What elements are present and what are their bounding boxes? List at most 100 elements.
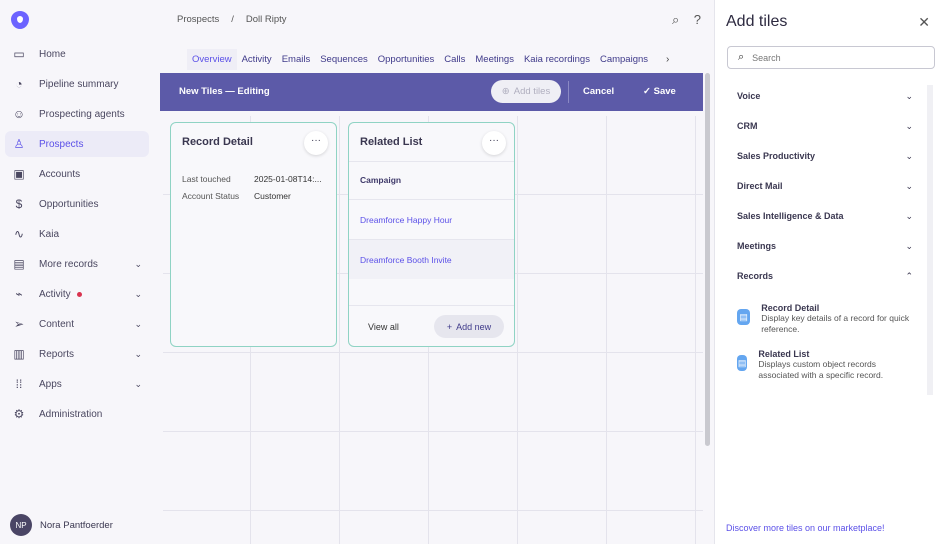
edit-bar: New Tiles — Editing ⊕ Add tiles Cancel ✓ …: [160, 73, 703, 111]
category-voice[interactable]: Voice ⌄: [737, 91, 913, 101]
marketplace-link[interactable]: Discover more tiles on our marketplace!: [726, 523, 885, 533]
logo-icon[interactable]: [11, 11, 29, 29]
breadcrumb-prospects[interactable]: Prospects: [177, 14, 219, 25]
sidebar-item-more-records[interactable]: ▤ More records ⌄: [5, 251, 149, 277]
gear-icon: ⚙: [13, 407, 25, 421]
search-icon: ⌕: [738, 51, 745, 63]
tab-bar: Overview Activity Emails Sequences Oppor…: [187, 49, 687, 70]
record-detail-tile[interactable]: Record Detail ··· Last touched 2025-01-08…: [170, 122, 337, 347]
sidebar-item-kaia[interactable]: ∿ Kaia: [5, 221, 149, 247]
tab-kaia-recordings[interactable]: Kaia recordings: [519, 49, 595, 70]
sidebar-item-prospects[interactable]: ♙ Prospects: [5, 131, 149, 157]
sidebar-item-apps[interactable]: ⁞⁞ Apps ⌄: [5, 371, 149, 397]
tile-option-related-list[interactable]: ▤ Related List Displays custom object reco…: [737, 349, 917, 381]
waveform-icon: ∿: [13, 227, 25, 241]
check-icon: ✓: [643, 86, 654, 97]
sidebar-item-accounts[interactable]: ▣ Accounts: [5, 161, 149, 187]
view-all-link[interactable]: View all: [368, 322, 399, 332]
user-profile[interactable]: NP Nora Pantfoerder: [10, 514, 113, 536]
list-item[interactable]: Dreamforce Happy Hour: [349, 199, 514, 239]
sidebar: ▭ Home ◔ Pipeline summary ☺ Prospecting age…: [0, 0, 160, 544]
avatar: NP: [10, 514, 32, 536]
records-icon: ▤: [13, 257, 25, 271]
category-meetings[interactable]: Meetings ⌄: [737, 241, 913, 251]
panel-scrollbar[interactable]: [927, 85, 933, 395]
chevron-down-icon: ⌄: [905, 91, 913, 101]
sidebar-item-content[interactable]: ➢ Content ⌄: [5, 311, 149, 337]
chevron-down-icon: ⌄: [905, 121, 913, 131]
list-icon: ▤: [737, 355, 748, 371]
panel-title: Add tiles: [726, 13, 788, 30]
person-icon: ♙: [13, 137, 25, 151]
sidebar-item-reports[interactable]: ▥ Reports ⌄: [5, 341, 149, 367]
divider: [349, 305, 514, 306]
chevron-up-icon: ⌃: [905, 271, 913, 281]
category-sales-intelligence[interactable]: Sales Intelligence & Data ⌄: [737, 211, 913, 221]
scrollbar[interactable]: [705, 73, 710, 446]
chevron-down-icon: ⌄: [134, 318, 142, 329]
sidebar-item-home[interactable]: ▭ Home: [5, 41, 149, 67]
cancel-button[interactable]: Cancel: [583, 86, 614, 97]
tab-sequences[interactable]: Sequences: [315, 49, 373, 70]
field-row: Account Status Customer: [182, 191, 291, 201]
save-button[interactable]: ✓ Save: [643, 86, 676, 97]
pipeline-icon: ◔: [15, 77, 23, 91]
category-direct-mail[interactable]: Direct Mail ⌄: [737, 181, 913, 191]
category-crm[interactable]: CRM ⌄: [737, 121, 913, 131]
chevron-down-icon: ⌄: [905, 241, 913, 251]
add-new-button[interactable]: + Add new: [434, 315, 504, 338]
chevron-down-icon: ⌄: [905, 151, 913, 161]
chevron-down-icon: ⌄: [134, 348, 142, 359]
divider: [568, 81, 569, 103]
tab-overview[interactable]: Overview: [187, 49, 237, 70]
related-list-tile[interactable]: Related List ··· Campaign Dreamforce Hap…: [348, 122, 515, 347]
activity-icon: ⌁: [15, 287, 23, 301]
sidebar-item-opportunities[interactable]: $ Opportunities: [5, 191, 149, 217]
top-icons: ⌕ ?: [672, 12, 701, 28]
add-tiles-panel: Add tiles ✕ ⌕ Search Voice ⌄ CRM ⌄ Sales Pr…: [714, 0, 944, 544]
search-input[interactable]: ⌕ Search: [727, 46, 935, 69]
tab-opportunities[interactable]: Opportunities: [373, 49, 440, 70]
more-options-button[interactable]: ···: [304, 131, 328, 155]
grid-icon: ⁞⁞: [15, 377, 23, 391]
chevron-down-icon: ⌄: [134, 378, 142, 389]
tab-campaigns[interactable]: Campaigns: [595, 49, 653, 70]
tile-title: Record Detail: [182, 136, 253, 148]
home-icon: ▭: [13, 47, 25, 61]
tab-meetings[interactable]: Meetings: [470, 49, 519, 70]
list-item[interactable]: Dreamforce Booth Invite: [349, 239, 514, 279]
chevron-right-icon[interactable]: ›: [666, 54, 669, 65]
category-records[interactable]: Records ⌃: [737, 271, 913, 281]
tab-emails[interactable]: Emails: [277, 49, 316, 70]
close-icon[interactable]: ✕: [918, 14, 930, 31]
chevron-down-icon: ⌄: [905, 181, 913, 191]
nav: ▭ Home ◔ Pipeline summary ☺ Prospecting age…: [5, 41, 149, 431]
sidebar-item-activity[interactable]: ⌁ Activity ⌄: [5, 281, 149, 307]
more-options-button[interactable]: ···: [482, 131, 506, 155]
notification-dot: [76, 291, 82, 297]
tab-activity[interactable]: Activity: [237, 49, 277, 70]
tile-title: Related List: [360, 136, 423, 148]
tile-option-record-detail[interactable]: ▤ Record Detail Display key details of a r…: [737, 303, 917, 335]
agent-icon: ☺: [12, 107, 26, 121]
add-tiles-button[interactable]: ⊕ Add tiles: [491, 80, 561, 103]
column-header: Campaign: [349, 161, 514, 199]
category-sales-productivity[interactable]: Sales Productivity ⌄: [737, 151, 913, 161]
tab-calls[interactable]: Calls: [439, 49, 470, 70]
breadcrumb: Prospects / Doll Ripty: [177, 14, 287, 25]
sidebar-item-prospecting-agents[interactable]: ☺ Prospecting agents: [5, 101, 149, 127]
sidebar-item-administration[interactable]: ⚙ Administration: [5, 401, 149, 427]
send-icon: ➢: [13, 317, 25, 331]
plus-icon: +: [446, 321, 453, 332]
user-name: Nora Pantfoerder: [40, 519, 113, 531]
help-icon[interactable]: ?: [694, 12, 701, 27]
sidebar-item-pipeline-summary[interactable]: ◔ Pipeline summary: [5, 71, 149, 97]
briefcase-icon: ▣: [13, 167, 25, 181]
chevron-down-icon: ⌄: [905, 211, 913, 221]
search-icon[interactable]: ⌕: [672, 12, 679, 27]
chart-icon: ▥: [13, 347, 25, 361]
edit-title: New Tiles — Editing: [179, 86, 270, 97]
dollar-icon: $: [15, 197, 23, 211]
clipboard-icon: ▤: [737, 309, 751, 325]
breadcrumb-current: Doll Ripty: [245, 14, 287, 25]
